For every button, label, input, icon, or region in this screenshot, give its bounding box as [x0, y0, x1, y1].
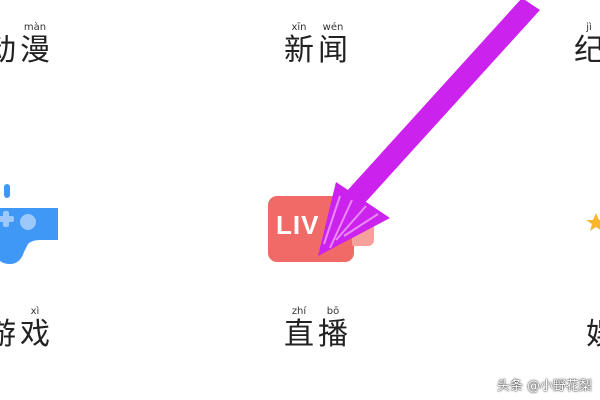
gamepad-icon[interactable] [0, 182, 58, 268]
hanzi: 闻 [318, 33, 348, 68]
hanzi: 直 [284, 317, 314, 352]
category-entertainment[interactable]: 娱 [584, 306, 600, 352]
watermark: 头条 @小野花梨 [496, 379, 592, 394]
hanzi: 漫 [20, 33, 50, 68]
star-icon[interactable] [586, 212, 600, 232]
hanzi: 纪 [574, 33, 600, 68]
category-live[interactable]: zhí 直 bō 播 [282, 306, 350, 352]
live-icon-text: LIV [276, 210, 320, 240]
category-news[interactable]: xīn 新 wén 闻 [282, 22, 350, 68]
hanzi: 戏 [20, 317, 50, 352]
hanzi: 游 [0, 317, 16, 352]
category-documentary[interactable]: jì 纪 [572, 22, 600, 68]
char-group: màn 漫 [18, 22, 52, 68]
char-group: 娱 [584, 306, 600, 352]
char-group: bō 播 [316, 306, 350, 352]
char-group: zhí 直 [282, 306, 316, 352]
char-group: jì 纪 [572, 22, 600, 68]
char-group: 游 [0, 306, 18, 352]
hanzi: 新 [284, 33, 314, 68]
char-group: xīn 新 [282, 22, 316, 68]
char-group: 动 [0, 22, 18, 68]
live-icon[interactable]: LIV [268, 196, 374, 262]
category-animation[interactable]: 动 màn 漫 [0, 22, 52, 68]
live-icon-tab [352, 222, 374, 246]
hanzi: 播 [318, 317, 348, 352]
hanzi: 动 [0, 33, 16, 68]
char-group: wén 闻 [316, 22, 350, 68]
hanzi: 娱 [586, 318, 600, 352]
category-games[interactable]: 游 xì 戏 [0, 306, 52, 352]
char-group: xì 戏 [18, 306, 52, 352]
